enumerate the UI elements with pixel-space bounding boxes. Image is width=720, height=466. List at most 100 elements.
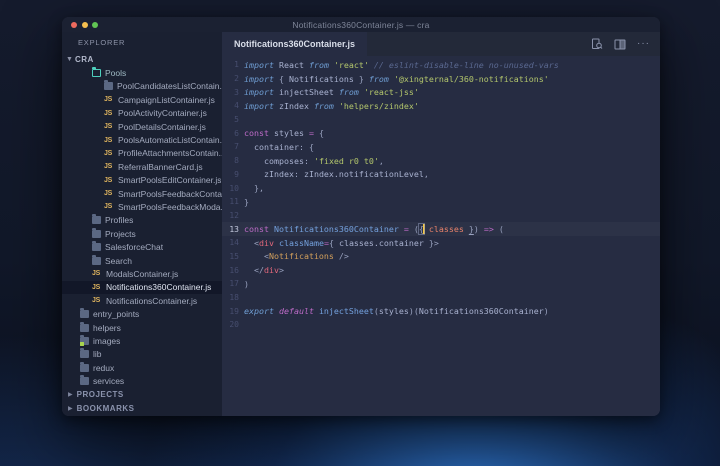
tree-root-label: CRA bbox=[75, 55, 94, 65]
code-line-17[interactable]: 17) bbox=[222, 277, 660, 291]
more-actions-icon[interactable]: ··· bbox=[637, 39, 650, 49]
code-line-text: </div> bbox=[244, 265, 284, 276]
code-line-6[interactable]: 6 const styles = { bbox=[222, 126, 660, 140]
tab-notifications360container[interactable]: Notifications360Container.js bbox=[222, 32, 368, 56]
open-preview-icon[interactable] bbox=[591, 38, 603, 50]
folder-icon bbox=[92, 254, 101, 265]
tree-item-pools[interactable]: Pools bbox=[62, 66, 222, 79]
tree-root-cra[interactable]: ▼ CRA bbox=[62, 53, 222, 66]
tree-item-smartpoolseditcontainer-js[interactable]: JS SmartPoolsEditContainer.js bbox=[62, 174, 222, 187]
tree-item-label: SmartPoolsFeedbackModa... bbox=[118, 201, 222, 212]
tree-item-poolactivitycontainer-js[interactable]: JS PoolActivityContainer.js bbox=[62, 107, 222, 120]
code-line-3[interactable]: 3 import injectSheet from 'react-jss' bbox=[222, 85, 660, 99]
folder-icon bbox=[80, 308, 89, 319]
code-line-text: import React from 'react' // eslint-disa… bbox=[244, 59, 559, 70]
code-line-10[interactable]: 10 }, bbox=[222, 181, 660, 195]
code-line-16[interactable]: 16 </div> bbox=[222, 263, 660, 277]
tree-item-notifications360container-js[interactable]: JS Notifications360Container.js bbox=[62, 280, 222, 295]
code-line-18[interactable]: 18 bbox=[222, 291, 660, 305]
code-line-text: }, bbox=[244, 183, 264, 194]
tree-item-pooldetailscontainer-js[interactable]: JS PoolDetailsContainer.js bbox=[62, 120, 222, 133]
code-line-4[interactable]: 4 import zIndex from 'helpers/zindex' bbox=[222, 99, 660, 113]
js-file-icon: JS bbox=[104, 176, 112, 184]
section-projects[interactable]: ▶ PROJECTS bbox=[62, 388, 222, 402]
explorer-sidebar: EXPLORER ▼ CRA Pools PoolCandidatesListCo… bbox=[62, 32, 222, 416]
tree-item-label: Pools bbox=[105, 68, 127, 79]
title-bar[interactable]: Notifications360Container.js — cra bbox=[62, 17, 660, 32]
code-line-5[interactable]: 5 bbox=[222, 113, 660, 127]
folder-icon bbox=[92, 227, 101, 238]
tree-item-salesforcechat[interactable]: SalesforceChat bbox=[62, 240, 222, 253]
code-line-7[interactable]: 7 container: { bbox=[222, 140, 660, 154]
tree-item-profileattachmentscontain-[interactable]: JS ProfileAttachmentsContain... bbox=[62, 147, 222, 160]
tree-item-services[interactable]: services bbox=[62, 374, 222, 387]
close-button[interactable] bbox=[71, 21, 77, 28]
sidebar-sections: ▶ PROJECTS ▶ BOOKMARKS bbox=[62, 388, 222, 415]
traffic-lights bbox=[71, 17, 98, 32]
tree-item-lib[interactable]: lib bbox=[62, 348, 222, 361]
tree-item-modalscontainer-js[interactable]: JS ModalsContainer.js bbox=[62, 267, 222, 280]
minimize-button[interactable] bbox=[81, 21, 88, 28]
line-number: 11 bbox=[229, 197, 239, 207]
tree-item-label: images bbox=[93, 335, 121, 346]
folder-icon bbox=[80, 321, 89, 332]
line-number: 8 bbox=[234, 156, 239, 166]
line-number: 3 bbox=[234, 87, 239, 97]
zoom-button[interactable] bbox=[92, 21, 98, 28]
code-line-14[interactable]: 14 <div className={ classes.container }> bbox=[222, 236, 660, 250]
tree-item-helpers[interactable]: helpers bbox=[62, 321, 222, 334]
code-line-13[interactable]: 13 const Notifications360Container = ({ c… bbox=[222, 222, 660, 236]
tree-item-profiles[interactable]: Profiles bbox=[62, 214, 222, 227]
folder-icon bbox=[92, 214, 101, 225]
tree-item-poolsautomaticlistcontain-[interactable]: JS PoolsAutomaticListContain... bbox=[62, 133, 222, 146]
folder-icon bbox=[92, 241, 101, 252]
js-file-icon: JS bbox=[104, 136, 112, 144]
split-editor-icon[interactable] bbox=[614, 39, 626, 50]
tree-item-label: Projects bbox=[105, 228, 136, 239]
tree-item-label: helpers bbox=[93, 322, 121, 333]
code-line-9[interactable]: 9 zIndex: zIndex.notificationLevel, bbox=[222, 168, 660, 182]
tree-item-referralbannercard-js[interactable]: JS ReferralBannerCard.js bbox=[62, 160, 222, 173]
tree-item-smartpoolsfeedbackmoda-[interactable]: JS SmartPoolsFeedbackModa... bbox=[62, 200, 222, 213]
explorer-header: EXPLORER bbox=[78, 38, 126, 47]
code-line-1[interactable]: 1 import React from 'react' // eslint-dis… bbox=[222, 58, 660, 72]
section-bookmarks[interactable]: ▶ BOOKMARKS bbox=[62, 401, 222, 415]
code-line-text: export default injectSheet(styles)(Notif… bbox=[244, 306, 549, 317]
tree-item-redux[interactable]: redux bbox=[62, 361, 222, 374]
tree-item-smartpoolsfeedbackconta-[interactable]: JS SmartPoolsFeedbackConta... bbox=[62, 187, 222, 200]
code-line-12[interactable]: 12 bbox=[222, 209, 660, 223]
code-line-text: container: { bbox=[244, 141, 314, 152]
code-line-20[interactable]: 20 bbox=[222, 318, 660, 332]
tree-item-entry-points[interactable]: entry_points bbox=[62, 307, 222, 320]
code-line-2[interactable]: 2 import { Notifications } from '@xingter… bbox=[222, 72, 660, 86]
code-line-text: zIndex: zIndex.notificationLevel, bbox=[244, 169, 429, 180]
line-number: 12 bbox=[229, 210, 239, 220]
code-area[interactable]: 1 import React from 'react' // eslint-dis… bbox=[222, 56, 660, 416]
tree-item-search[interactable]: Search bbox=[62, 254, 222, 267]
tree-item-label: ReferralBannerCard.js bbox=[118, 161, 203, 172]
tab-title: Notifications360Container.js bbox=[234, 39, 356, 49]
tree-item-images[interactable]: images bbox=[62, 334, 222, 347]
js-file-icon: JS bbox=[104, 149, 112, 157]
code-line-19[interactable]: 19 export default injectSheet(styles)(Not… bbox=[222, 304, 660, 318]
line-number: 4 bbox=[234, 101, 239, 111]
folder-icon bbox=[80, 361, 89, 372]
tree-item-notificationscontainer-js[interactable]: JS NotificationsContainer.js bbox=[62, 294, 222, 307]
code-line-text: <div className={ classes.container }> bbox=[244, 237, 439, 248]
folder-icon bbox=[104, 80, 113, 91]
tree-item-label: ModalsContainer.js bbox=[106, 268, 179, 279]
tree-item-projects[interactable]: Projects bbox=[62, 227, 222, 240]
section-label: PROJECTS bbox=[76, 390, 124, 400]
code-line-11[interactable]: 11} bbox=[222, 195, 660, 209]
tab-bar: Notifications360Container.js ··· bbox=[222, 32, 660, 56]
tree-item-campaignlistcontainer-js[interactable]: JS CampaignListContainer.js bbox=[62, 93, 222, 106]
code-line-15[interactable]: 15 <Notifications /> bbox=[222, 250, 660, 264]
tree-item-label: services bbox=[93, 376, 125, 387]
code-line-8[interactable]: 8 composes: 'fixed r0 t0', bbox=[222, 154, 660, 168]
tree-item-label: PoolDetailsContainer.js bbox=[118, 121, 206, 132]
code-line-text: import zIndex from 'helpers/zindex' bbox=[244, 100, 419, 111]
line-number: 7 bbox=[234, 142, 239, 152]
tree-item-poolcandidateslistcontain-[interactable]: PoolCandidatesListContain... bbox=[62, 80, 222, 93]
js-file-icon: JS bbox=[92, 270, 100, 278]
folder-icon bbox=[80, 334, 89, 346]
